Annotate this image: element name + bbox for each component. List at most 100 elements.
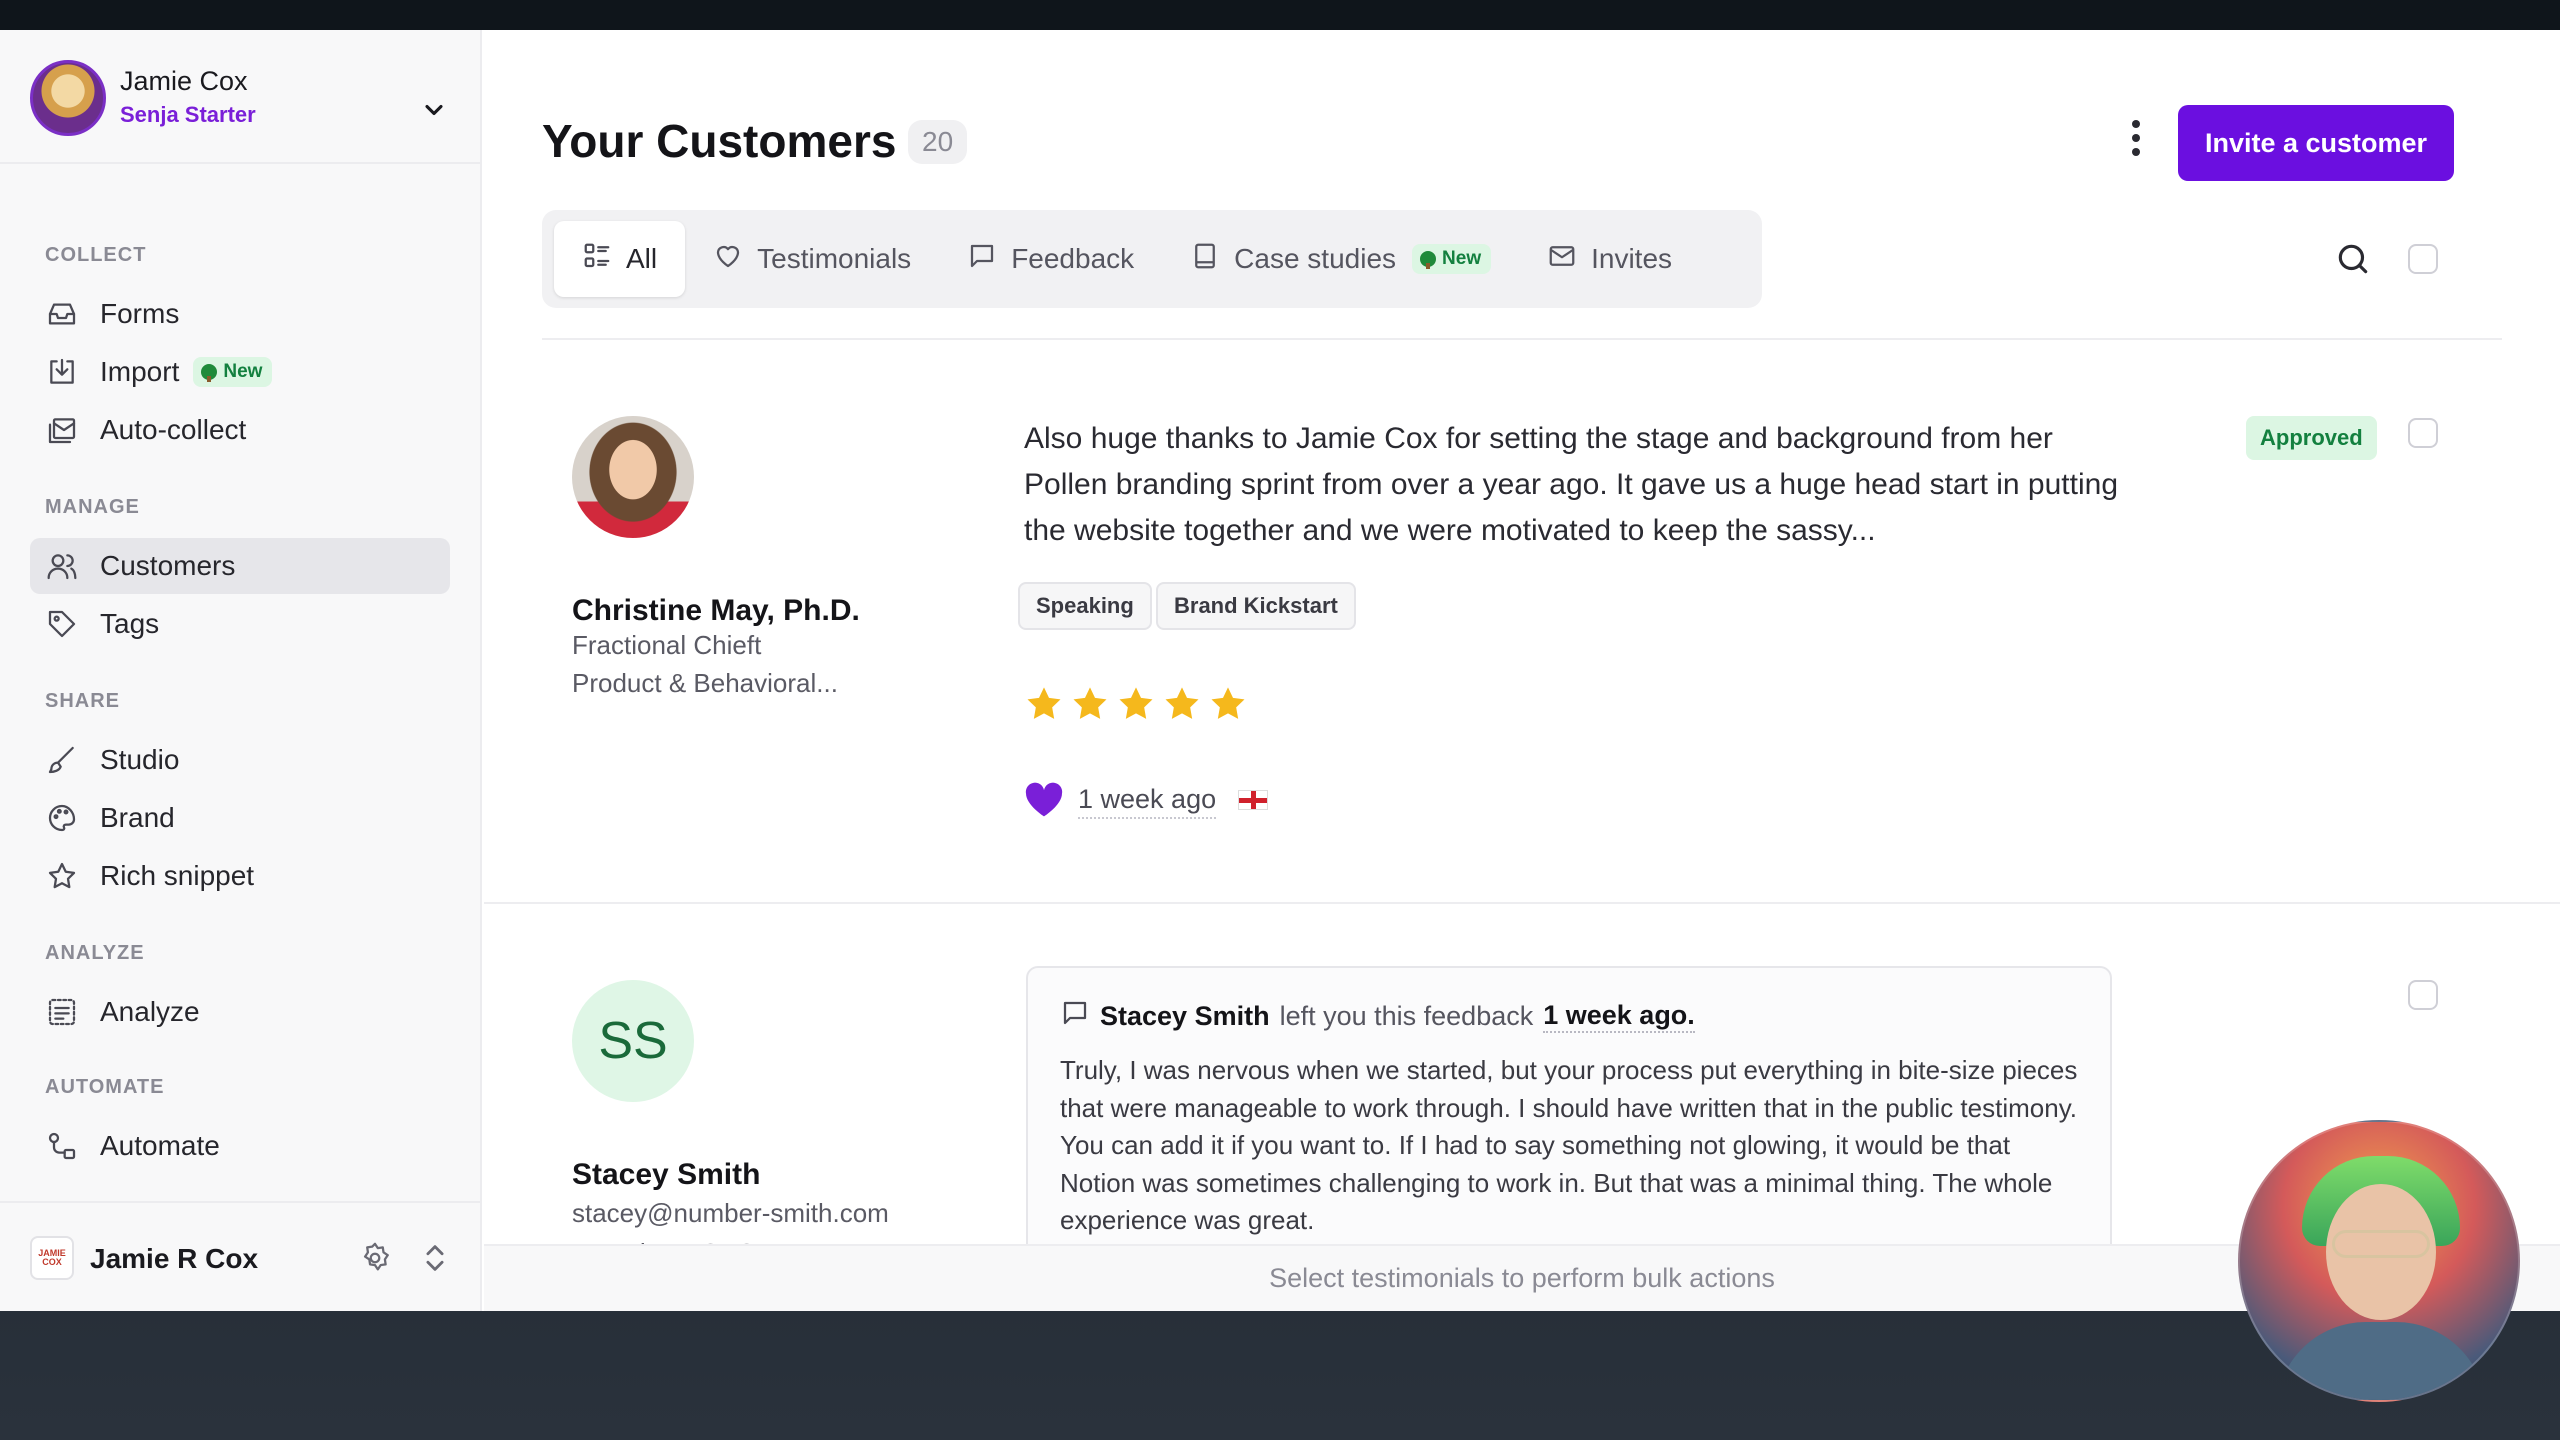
- divider: [542, 338, 2502, 340]
- presenter-glasses: [2332, 1230, 2430, 1258]
- new-badge: New: [193, 357, 273, 387]
- window-top-bar: [0, 0, 2560, 30]
- sidebar-item-forms[interactable]: Forms: [30, 286, 450, 342]
- star-filled-icon: [1165, 687, 1199, 719]
- sidebar-item-label: Customers: [100, 550, 236, 581]
- message-icon: [967, 241, 997, 278]
- workspace-switcher[interactable]: JAMIE COX Jamie R Cox: [0, 1201, 480, 1311]
- tree-icon: [1420, 251, 1437, 269]
- app-window: Jamie Cox Senja Starter COLLECT Forms Im…: [0, 30, 2560, 1311]
- tab-feedback[interactable]: Feedback: [939, 221, 1162, 297]
- search-icon[interactable]: [2334, 240, 2372, 283]
- section-analyze: ANALYZE: [45, 942, 145, 964]
- customer-email: stacey@number-smith.com: [572, 1198, 889, 1228]
- import-icon: [44, 354, 80, 390]
- row-checkbox[interactable]: [2408, 980, 2438, 1010]
- book-icon: [1190, 241, 1220, 278]
- tab-testimonials[interactable]: Testimonials: [685, 221, 939, 297]
- brush-icon: [44, 742, 80, 778]
- customer-title: Fractional Chieft: [572, 630, 762, 660]
- tag-icon: [44, 606, 80, 642]
- feedback-time: 1 week ago.: [1543, 1000, 1695, 1033]
- sidebar-item-tags[interactable]: Tags: [30, 596, 450, 652]
- main-content: Your Customers 20 Invite a customer All …: [484, 30, 2560, 1311]
- star-rating: [1024, 684, 1248, 724]
- webcam-video-bubble: [2238, 1120, 2520, 1402]
- feedback-header: Stacey Smith left you this feedback 1 we…: [1060, 998, 1695, 1035]
- profile-plan: Senja Starter: [120, 102, 256, 127]
- customer-name[interactable]: Christine May, Ph.D.: [572, 594, 860, 628]
- tree-icon: [201, 364, 218, 382]
- feedback-author: Stacey Smith: [1100, 1001, 1270, 1031]
- sidebar-item-label: Analyze: [100, 996, 200, 1027]
- filter-tabs: All Testimonials Feedback Case studies N…: [542, 210, 1762, 308]
- sidebar-item-label: Tags: [100, 608, 160, 639]
- sidebar-item-label: Automate: [100, 1130, 220, 1161]
- sidebar-item-analyze[interactable]: Analyze: [30, 984, 450, 1040]
- timestamp: 1 week ago: [1078, 784, 1217, 819]
- star-filled-icon: [1119, 687, 1153, 719]
- profile-switcher[interactable]: Jamie Cox Senja Starter: [0, 30, 480, 164]
- tag-chip[interactable]: Brand Kickstart: [1156, 582, 1356, 630]
- sidebar-item-customers[interactable]: Customers: [30, 538, 450, 594]
- sidebar-item-label: Brand: [100, 802, 175, 833]
- sidebar-item-label: Auto-collect: [100, 414, 247, 445]
- chevron-up-down-icon[interactable]: [418, 1241, 452, 1280]
- tab-label: Case studies: [1234, 243, 1397, 274]
- analyze-icon: [44, 994, 80, 1030]
- profile-name: Jamie Cox: [120, 66, 248, 96]
- select-all-checkbox[interactable]: [2408, 244, 2438, 274]
- sidebar-item-brand[interactable]: Brand: [30, 790, 450, 846]
- tab-case-studies[interactable]: Case studies New: [1162, 221, 1519, 297]
- workspace-name: Jamie R Cox: [90, 1243, 259, 1274]
- sidebar-item-label: Forms: [100, 298, 180, 329]
- heart-icon: [713, 241, 743, 278]
- invite-customer-button[interactable]: Invite a customer: [2178, 105, 2454, 181]
- sidebar-item-label: Import: [100, 356, 180, 387]
- users-icon: [44, 548, 80, 584]
- workflow-icon: [44, 1128, 80, 1164]
- sidebar-item-studio[interactable]: Studio: [30, 732, 450, 788]
- feedback-intro: left you this feedback: [1279, 1001, 1534, 1031]
- user-avatar: [30, 60, 106, 136]
- tab-label: Feedback: [1011, 243, 1135, 274]
- star-filled-icon: [1027, 687, 1061, 719]
- sidebar-item-label: Rich snippet: [100, 860, 255, 891]
- section-share: SHARE: [45, 690, 121, 712]
- star-filled-icon: [1073, 687, 1107, 719]
- star-icon: [44, 858, 80, 894]
- customer-count-badge: 20: [908, 120, 968, 164]
- new-badge: New: [1412, 244, 1492, 274]
- chevron-down-icon[interactable]: [420, 96, 448, 129]
- tab-label: Testimonials: [757, 243, 912, 274]
- england-flag-icon: [1238, 790, 1268, 810]
- presenter-body: [2276, 1322, 2486, 1400]
- customer-avatar: SS: [572, 980, 694, 1102]
- customer-company: Product & Behavioral...: [572, 668, 838, 698]
- tag-chip[interactable]: Speaking: [1018, 582, 1152, 630]
- section-automate: AUTOMATE: [45, 1076, 165, 1098]
- palette-icon: [44, 800, 80, 836]
- testimonial-text[interactable]: Also huge thanks to Jamie Cox for settin…: [1024, 416, 2144, 554]
- gear-icon[interactable]: [358, 1241, 392, 1280]
- row-checkbox[interactable]: [2408, 418, 2438, 448]
- customer-avatar: [572, 416, 694, 538]
- sidebar: Jamie Cox Senja Starter COLLECT Forms Im…: [0, 30, 482, 1311]
- customer-name[interactable]: Stacey Smith: [572, 1158, 760, 1192]
- divider: [484, 902, 2560, 904]
- status-badge[interactable]: Approved: [2246, 416, 2377, 460]
- tab-all[interactable]: All: [554, 221, 686, 297]
- sidebar-item-import[interactable]: Import New: [30, 344, 450, 400]
- sidebar-item-auto-collect[interactable]: Auto-collect: [30, 402, 450, 458]
- sidebar-item-label: Studio: [100, 744, 180, 775]
- tab-label: Invites: [1591, 243, 1673, 274]
- inbox-icon: [44, 296, 80, 332]
- tab-invites[interactable]: Invites: [1519, 221, 1700, 297]
- sidebar-item-rich-snippet[interactable]: Rich snippet: [30, 848, 450, 904]
- heart-icon[interactable]: [1024, 782, 1064, 823]
- auto-collect-icon: [44, 412, 80, 448]
- mail-icon: [1547, 241, 1577, 278]
- more-options-icon[interactable]: [2120, 114, 2152, 167]
- sidebar-item-automate[interactable]: Automate: [30, 1118, 450, 1174]
- page-title: Your Customers: [542, 115, 897, 167]
